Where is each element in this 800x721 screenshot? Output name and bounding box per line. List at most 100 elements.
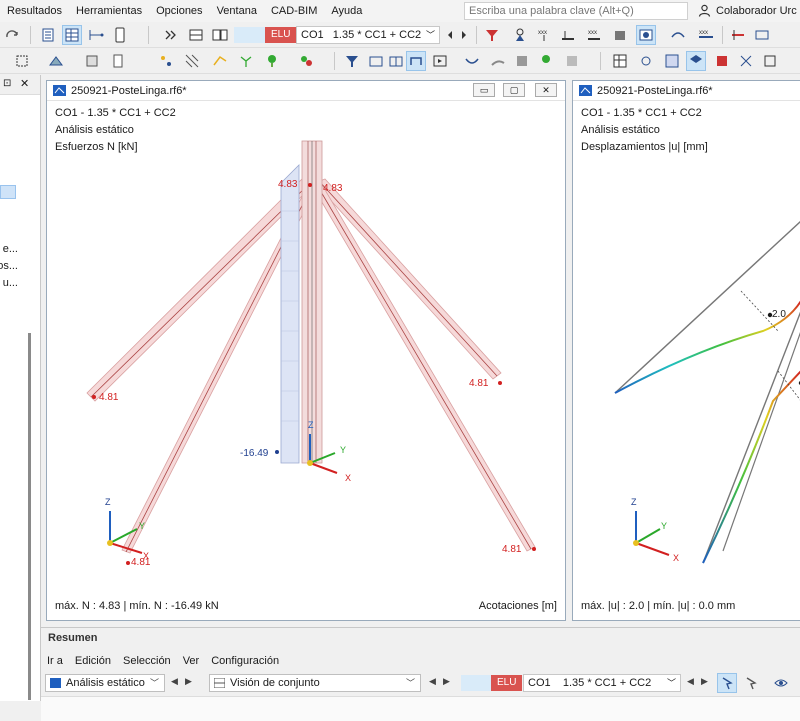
work-plane-icon[interactable]	[210, 51, 230, 71]
filter-results-icon[interactable]	[482, 25, 502, 45]
navigator-item[interactable]: e...	[3, 243, 18, 255]
values-icon[interactable]: xxx	[696, 25, 716, 45]
nodal-results-icon[interactable]: xxx	[534, 25, 554, 45]
view-top-icon[interactable]	[736, 51, 756, 71]
redo-icon[interactable]	[2, 25, 22, 45]
summary-menu-view[interactable]: Ver	[177, 652, 206, 670]
load-combination-select[interactable]: CO1 1.35 * CC1 + CC2 ﹀	[523, 674, 681, 692]
window-title: 250921-PosteLinga.rf6*	[71, 84, 187, 97]
dimension-icon[interactable]	[86, 25, 106, 45]
node-icon[interactable]	[636, 51, 656, 71]
support-icon[interactable]	[510, 25, 530, 45]
force-label: -16.49	[240, 448, 269, 459]
user-icon[interactable]	[698, 4, 711, 17]
prev-icon[interactable]: ◀	[171, 676, 178, 687]
view-3d-icon[interactable]	[662, 51, 682, 71]
section-icon[interactable]	[728, 25, 748, 45]
view-select[interactable]: Visión de conjunto ﹀	[209, 674, 421, 692]
menu-resultados[interactable]: Resultados	[0, 0, 69, 22]
model-canvas[interactable]: 4.83 4.83 4.81 4.81 4.81 4.81 -16.49 Z Y…	[47, 101, 565, 601]
film-icon[interactable]	[430, 51, 450, 71]
table-icon	[214, 678, 225, 688]
tree-icon[interactable]	[262, 51, 282, 71]
surface-results-icon[interactable]: xxx	[584, 25, 604, 45]
curve-icon[interactable]	[462, 51, 482, 71]
menu-cad-bim[interactable]: CAD-BIM	[264, 0, 324, 22]
guide-icon[interactable]	[108, 51, 128, 71]
combo-formula: 1.35 * CC1 + CC2	[562, 677, 652, 689]
axis-label: X	[345, 473, 351, 483]
brush-icon[interactable]	[488, 51, 508, 71]
analysis-select[interactable]: Análisis estático ﹀	[45, 674, 165, 692]
summary-menu-settings[interactable]: Configuración	[205, 652, 285, 670]
panel-toggle-icon[interactable]	[38, 25, 58, 45]
snap-icon[interactable]	[156, 51, 176, 71]
combo-formula: 1.35 * CC1 + CC2	[332, 29, 422, 41]
diagram-icon[interactable]	[752, 25, 772, 45]
table-icon[interactable]	[610, 51, 630, 71]
display-options-icon[interactable]	[82, 51, 102, 71]
navigator-item[interactable]: u...	[3, 277, 18, 289]
svg-text:xxx: xxx	[588, 30, 597, 36]
model-canvas[interactable]: 2.0 Z Y X	[573, 101, 800, 601]
device-icon[interactable]	[110, 25, 130, 45]
table-view-icon[interactable]	[62, 25, 82, 45]
view-model-icon[interactable]	[771, 673, 791, 693]
displacement-label: 2.0	[772, 309, 786, 320]
results-grid-icon[interactable]	[186, 25, 206, 45]
select-in-model-icon[interactable]	[717, 673, 737, 693]
display-results-icon[interactable]	[636, 25, 656, 45]
filter-icon[interactable]	[342, 51, 362, 71]
menu-ventana[interactable]: Ventana	[210, 0, 264, 22]
navigator-selected-item[interactable]	[0, 185, 16, 199]
view-front-icon[interactable]	[712, 51, 732, 71]
rfem-icon	[53, 85, 66, 96]
search-input[interactable]: Escriba una palabra clave (Alt+Q)	[464, 2, 688, 20]
jump-to-icon[interactable]	[741, 673, 761, 693]
rfem-icon	[579, 85, 592, 96]
summary-menu-goto[interactable]: Ir a	[41, 652, 69, 670]
close-button[interactable]: ✕	[535, 83, 557, 97]
user-name[interactable]: Colaborador Urc	[716, 0, 797, 22]
deformation-icon[interactable]	[668, 25, 688, 45]
load-combination-select[interactable]: CO1 1.35 * CC1 + CC2 ﹀	[296, 26, 440, 44]
chevrons-icon[interactable]	[160, 25, 180, 45]
render-icon[interactable]	[512, 51, 532, 71]
close-icon[interactable]: ✕	[20, 77, 29, 90]
maximize-button[interactable]: ▢	[503, 83, 525, 97]
next-icon[interactable]: ▶	[701, 676, 708, 687]
summary-menu-selection[interactable]: Selección	[117, 652, 177, 670]
pin-icon[interactable]: ⊡	[3, 78, 11, 89]
results-compare-icon[interactable]	[210, 25, 230, 45]
navigator-item[interactable]: os...	[0, 260, 18, 272]
minimize-button[interactable]: ▭	[473, 83, 495, 97]
menu-ayuda[interactable]: Ayuda	[324, 0, 369, 22]
next-icon[interactable]: ▶	[185, 676, 192, 687]
coordinates-icon[interactable]	[236, 51, 256, 71]
visibility-inverse-icon[interactable]	[386, 51, 406, 71]
menu-opciones[interactable]: Opciones	[149, 0, 209, 22]
window-titlebar[interactable]: 250921-PosteLinga.rf6*	[573, 81, 800, 101]
model-icon[interactable]	[46, 51, 66, 71]
next-icon[interactable]: ▶	[443, 676, 450, 687]
prev-icon[interactable]: ◀	[687, 676, 694, 687]
visibility-active-icon[interactable]	[406, 51, 426, 71]
window-title: 250921-PosteLinga.rf6*	[597, 84, 713, 97]
toolbar-main: ELU CO1 1.35 * CC1 + CC2 ﹀ xxx xxx xxx	[0, 22, 800, 48]
navigator-scrollbar[interactable]	[28, 333, 31, 700]
next-combo-icon[interactable]	[454, 25, 474, 45]
solid-results-icon[interactable]	[610, 25, 630, 45]
tree-view-icon[interactable]	[536, 51, 556, 71]
render-settings-icon[interactable]	[562, 51, 582, 71]
window-titlebar[interactable]: 250921-PosteLinga.rf6* ▭ ▢ ✕	[47, 81, 565, 101]
select-icon[interactable]	[12, 51, 32, 71]
view-iso-icon[interactable]	[686, 51, 706, 71]
view-side-icon[interactable]	[760, 51, 780, 71]
grid-icon[interactable]	[182, 51, 202, 71]
visibility-icon[interactable]	[366, 51, 386, 71]
summary-menu-edit[interactable]: Edición	[69, 652, 117, 670]
objects-icon[interactable]	[296, 51, 316, 71]
member-results-icon[interactable]	[558, 25, 578, 45]
prev-icon[interactable]: ◀	[429, 676, 436, 687]
menu-herramientas[interactable]: Herramientas	[69, 0, 149, 22]
